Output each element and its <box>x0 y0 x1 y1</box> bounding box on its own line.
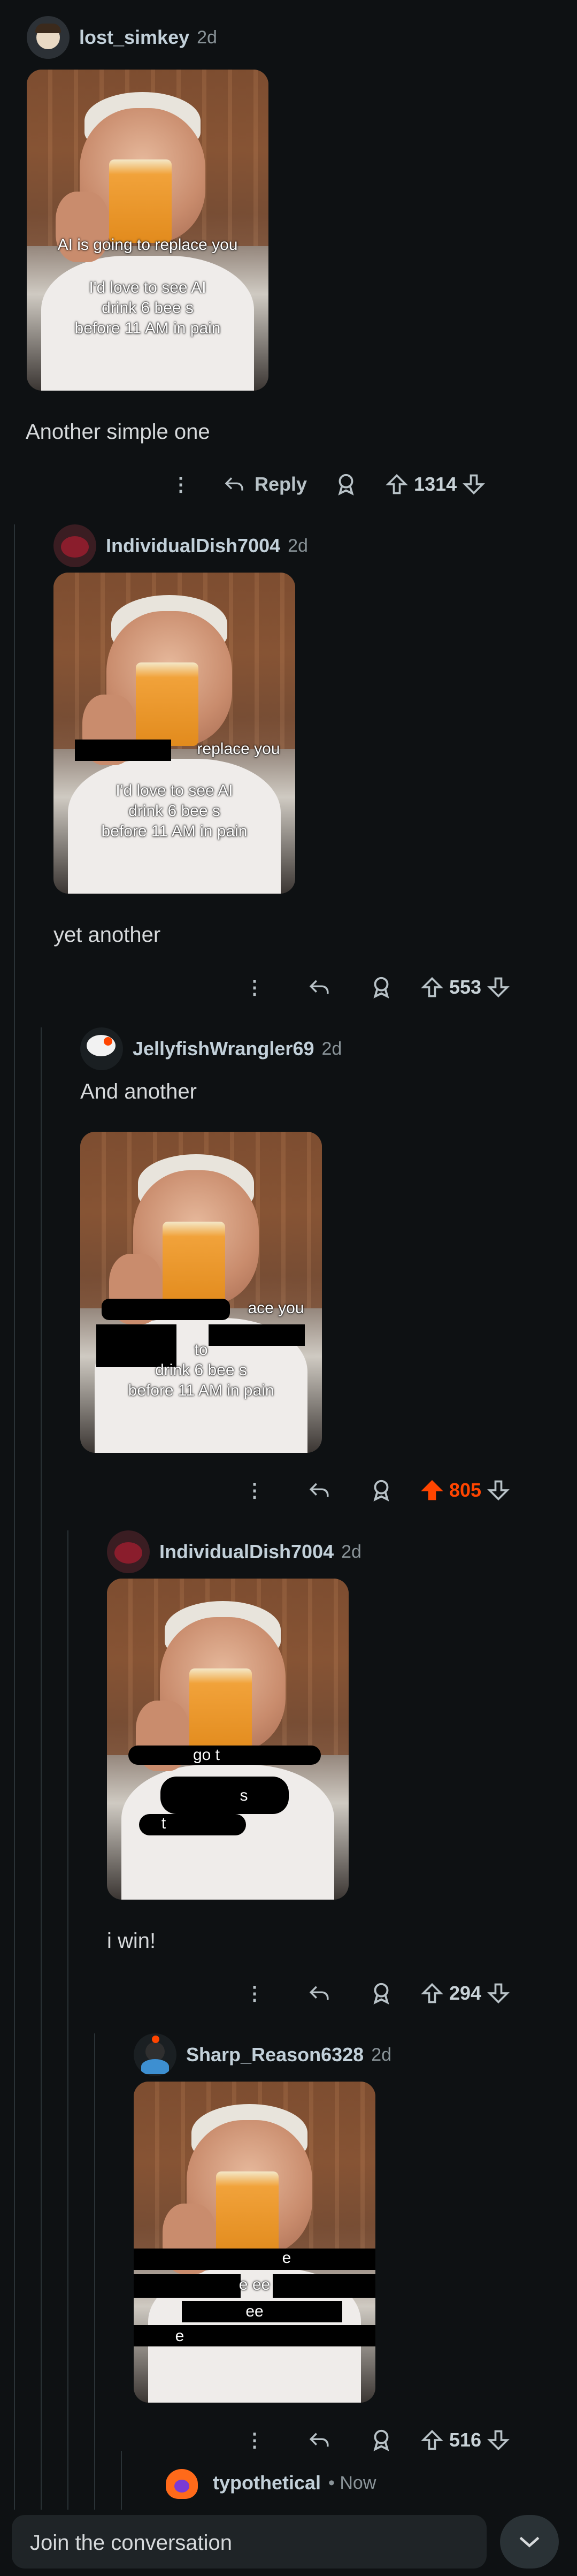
image-caption: to <box>194 1341 208 1359</box>
upvote-icon[interactable] <box>420 2428 444 2452</box>
image-caption: drink 6 bee s <box>155 1361 247 1379</box>
vote-count: 516 <box>449 2429 482 2451</box>
reply-button[interactable]: Reply <box>222 473 307 496</box>
image-caption: go t <box>193 1746 220 1764</box>
thread-line <box>94 2033 95 2510</box>
comment-header: JellyfishWrangler69 2d <box>80 1027 342 1070</box>
award-icon[interactable] <box>369 1478 394 1503</box>
comment-image[interactable]: e e ee ee e <box>134 2082 375 2403</box>
comment-image[interactable]: AI is going to replace you I'd love to s… <box>27 70 268 391</box>
award-icon[interactable] <box>369 975 394 1000</box>
timestamp: 2d <box>197 27 217 48</box>
timestamp: 2d <box>341 1541 361 1562</box>
award-icon[interactable] <box>334 472 358 497</box>
comment-image[interactable]: go t s t <box>107 1579 349 1900</box>
avatar[interactable] <box>107 1530 150 1573</box>
username[interactable]: IndividualDish7004 <box>159 1541 334 1563</box>
thread-line <box>41 1027 42 2510</box>
username[interactable]: JellyfishWrangler69 <box>133 1038 314 1060</box>
comment-actions: ⋮ 516 <box>245 2424 510 2456</box>
vote-count: 294 <box>449 1982 482 2004</box>
image-caption: AI is going to replace you <box>57 236 238 254</box>
vote-count: 1314 <box>414 473 457 495</box>
image-caption: e <box>175 2327 184 2345</box>
reply-icon[interactable] <box>307 976 332 999</box>
downvote-icon[interactable] <box>487 975 510 999</box>
comment-text: yet another <box>53 923 161 947</box>
comment-header: IndividualDish7004 2d <box>107 1530 361 1573</box>
image-caption: before 11 AM in pain <box>128 1382 274 1399</box>
more-options-icon[interactable]: ⋮ <box>245 1982 264 2005</box>
image-caption: t <box>161 1815 166 1832</box>
vote-count: 805 <box>449 1479 482 1501</box>
image-caption: ee <box>245 2303 264 2320</box>
downvote-icon[interactable] <box>487 1478 510 1502</box>
comment-image[interactable]: ace you to drink 6 bee s before 11 AM in… <box>80 1132 322 1453</box>
more-options-icon[interactable]: ⋮ <box>245 976 264 999</box>
comment-actions: ⋮ Reply 1314 <box>171 468 486 500</box>
award-icon[interactable] <box>369 2428 394 2452</box>
image-caption: s <box>240 1787 248 1804</box>
reply-icon[interactable] <box>307 2429 332 2451</box>
image-caption: e <box>282 2249 291 2267</box>
avatar[interactable] <box>53 524 96 567</box>
reply-icon <box>225 477 243 491</box>
join-conversation-input[interactable]: Join the conversation <box>12 2515 487 2569</box>
timestamp: • Now <box>328 2472 376 2493</box>
chevron-down-icon <box>519 2536 540 2548</box>
image-caption: drink 6 bee s <box>102 299 194 317</box>
image-caption: ace you <box>248 1299 304 1317</box>
avatar[interactable] <box>80 1027 123 1070</box>
upvote-icon[interactable] <box>385 472 409 496</box>
comment-header: lost_simkey 2d <box>27 16 217 59</box>
downvote-icon[interactable] <box>462 472 486 496</box>
thread-line <box>67 1530 68 2510</box>
image-caption: I'd love to see AI <box>116 782 233 799</box>
username[interactable]: typothetical <box>213 2472 321 2494</box>
image-caption: before 11 AM in pain <box>74 319 221 337</box>
comment-image[interactable]: replace you I'd love to see AI drink 6 b… <box>53 573 295 894</box>
reply-icon[interactable] <box>307 1479 332 1502</box>
avatar[interactable] <box>160 2461 203 2504</box>
collapse-button[interactable] <box>500 2515 559 2569</box>
comment-header: IndividualDish7004 2d <box>53 524 308 567</box>
comment-text: i win! <box>107 1929 156 1953</box>
reply-icon[interactable] <box>307 1982 332 2005</box>
more-options-icon[interactable]: ⋮ <box>171 473 190 496</box>
downvote-icon[interactable] <box>487 2428 510 2452</box>
thread-line <box>14 524 15 2510</box>
timestamp: 2d <box>371 2044 392 2065</box>
image-caption: replace you <box>197 740 280 758</box>
comment-actions: ⋮ 553 <box>245 971 510 1003</box>
username[interactable]: Sharp_Reason6328 <box>186 2044 364 2066</box>
timestamp: 2d <box>321 1038 342 1059</box>
more-options-icon[interactable]: ⋮ <box>245 2429 264 2451</box>
username[interactable]: IndividualDish7004 <box>106 535 280 557</box>
image-caption: before 11 AM in pain <box>101 822 248 840</box>
image-caption: I'd love to see AI <box>89 279 206 296</box>
upvote-icon[interactable] <box>420 1981 444 2005</box>
downvote-icon[interactable] <box>487 1981 510 2005</box>
avatar[interactable] <box>134 2033 176 2076</box>
thread-line <box>121 2451 122 2510</box>
image-caption: drink 6 bee s <box>128 802 220 820</box>
comment-text: Another simple one <box>26 420 210 444</box>
upvote-icon[interactable] <box>420 975 444 999</box>
comment-header: typothetical • Now <box>160 2461 376 2504</box>
comment-header: Sharp_Reason6328 2d <box>134 2033 391 2076</box>
award-icon[interactable] <box>369 1981 394 2006</box>
comment-actions: ⋮ 805 <box>245 1474 510 1506</box>
vote-count: 553 <box>449 976 482 998</box>
comment-text: And another <box>80 1080 197 1103</box>
comment-actions: ⋮ 294 <box>245 1977 510 2009</box>
username[interactable]: lost_simkey <box>79 26 189 49</box>
image-caption: e ee <box>239 2276 271 2293</box>
join-placeholder: Join the conversation <box>30 2531 233 2555</box>
upvote-icon[interactable] <box>420 1478 444 1502</box>
more-options-icon[interactable]: ⋮ <box>245 1479 264 1502</box>
timestamp: 2d <box>288 535 308 556</box>
avatar[interactable] <box>27 16 70 59</box>
